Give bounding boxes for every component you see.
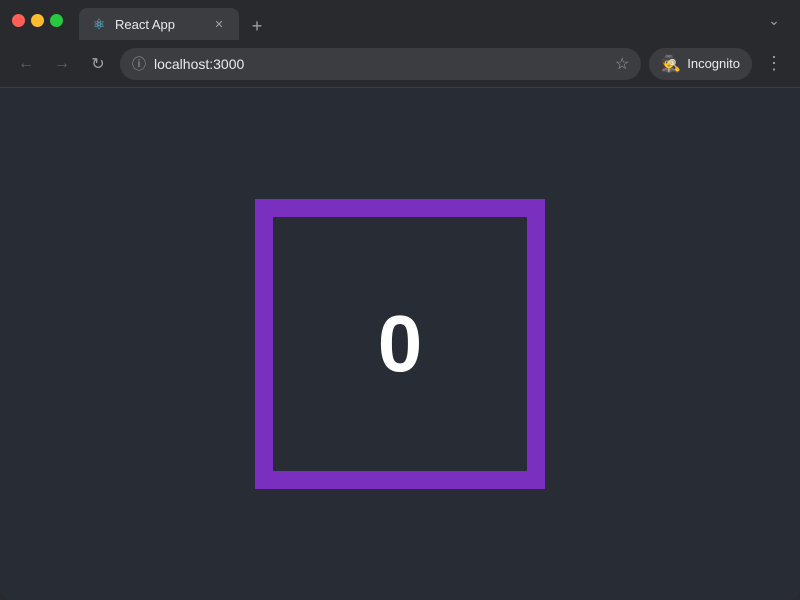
browser-menu-button[interactable]: ⋮ — [760, 50, 788, 78]
tab-area: ⚛ React App ✕ + — [79, 0, 752, 40]
tab-menu-button[interactable]: ⌄ — [760, 6, 788, 34]
active-tab[interactable]: ⚛ React App ✕ — [79, 8, 239, 40]
address-bar: ← → ↻ ⓘ localhost:3000 ☆ 🕵 Incognito ⋮ — [0, 40, 800, 88]
title-bar: ⚛ React App ✕ + ⌄ — [0, 0, 800, 40]
page-content: 0 — [0, 88, 800, 600]
forward-button[interactable]: → — [48, 50, 76, 78]
tab-title: React App — [115, 17, 203, 32]
traffic-lights — [12, 14, 63, 27]
incognito-icon: 🕵 — [661, 54, 681, 74]
counter-box: 0 — [255, 199, 545, 489]
minimize-button[interactable] — [31, 14, 44, 27]
new-tab-button[interactable]: + — [243, 12, 271, 40]
incognito-button[interactable]: 🕵 Incognito — [649, 48, 752, 80]
tab-favicon-icon: ⚛ — [91, 16, 107, 32]
bookmark-icon[interactable]: ☆ — [615, 54, 629, 74]
info-icon: ⓘ — [132, 54, 146, 74]
reload-button[interactable]: ↻ — [84, 50, 112, 78]
url-text: localhost:3000 — [154, 56, 607, 72]
tab-close-icon[interactable]: ✕ — [211, 16, 227, 32]
counter-value: 0 — [378, 298, 423, 390]
address-input[interactable]: ⓘ localhost:3000 ☆ — [120, 48, 641, 80]
close-button[interactable] — [12, 14, 25, 27]
incognito-label: Incognito — [687, 56, 740, 71]
maximize-button[interactable] — [50, 14, 63, 27]
browser-window: ⚛ React App ✕ + ⌄ ← → ↻ ⓘ localhost:3000… — [0, 0, 800, 600]
back-button[interactable]: ← — [12, 50, 40, 78]
